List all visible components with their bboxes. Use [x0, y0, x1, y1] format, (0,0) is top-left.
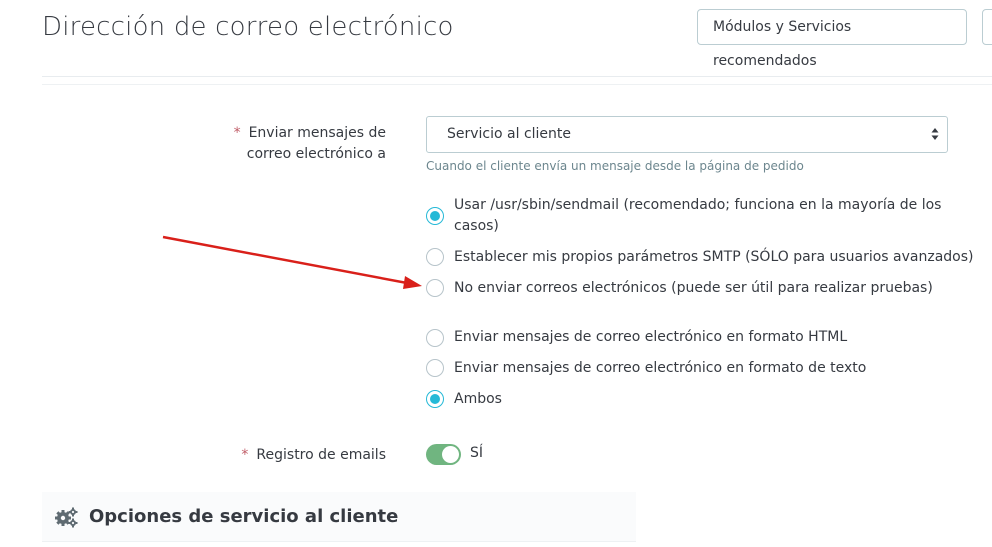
send-to-label: * Enviar mensajes de correo electrónico a	[190, 123, 386, 165]
send-to-select[interactable]: Servicio al cliente	[426, 116, 948, 153]
email-log-toggle[interactable]	[426, 444, 461, 465]
send-to-label-text: Enviar mensajes de correo electrónico a	[246, 125, 386, 162]
panel-title: Opciones de servicio al cliente	[89, 506, 399, 527]
customer-service-panel-header: Opciones de servicio al cliente	[42, 492, 636, 542]
radio-button[interactable]	[426, 329, 444, 347]
email-log-toggle-label: SÍ	[470, 445, 484, 461]
email-log-label-text: Registro de emails	[256, 447, 386, 463]
annotation-arrow-icon	[162, 235, 422, 289]
recommended-modules-button[interactable]: Módulos y Servicios recomendados	[697, 9, 967, 69]
page-title: Dirección de correo electrónico	[42, 12, 454, 42]
radio-button[interactable]	[426, 279, 444, 297]
radio-button[interactable]	[426, 207, 444, 225]
radio-button[interactable]	[426, 390, 444, 408]
radio-label: Usar /usr/sbin/sendmail (recomendado; fu…	[454, 197, 942, 234]
header-divider-secondary	[42, 84, 992, 85]
radio-label: Enviar mensajes de correo electrónico en…	[454, 329, 848, 345]
email-log-label: * Registro de emails	[190, 445, 386, 466]
toolbar-extra-button[interactable]	[982, 9, 992, 45]
radio-button[interactable]	[426, 248, 444, 266]
radio-label: Ambos	[454, 391, 502, 407]
radio-label: Enviar mensajes de correo electrónico en…	[454, 360, 867, 376]
radio-label: No enviar correos electrónicos (puede se…	[454, 280, 933, 296]
radio-label: Establecer mis propios parámetros SMTP (…	[454, 249, 974, 265]
send-to-selected-value: Servicio al cliente	[447, 126, 572, 142]
select-arrows-icon	[931, 128, 939, 140]
required-asterisk: *	[241, 447, 249, 463]
required-asterisk: *	[233, 125, 241, 141]
header-divider	[42, 76, 992, 77]
radio-button[interactable]	[426, 359, 444, 377]
send-to-help-text: Cuando el cliente envía un mensaje desde…	[426, 159, 804, 173]
cogs-icon	[55, 507, 78, 528]
